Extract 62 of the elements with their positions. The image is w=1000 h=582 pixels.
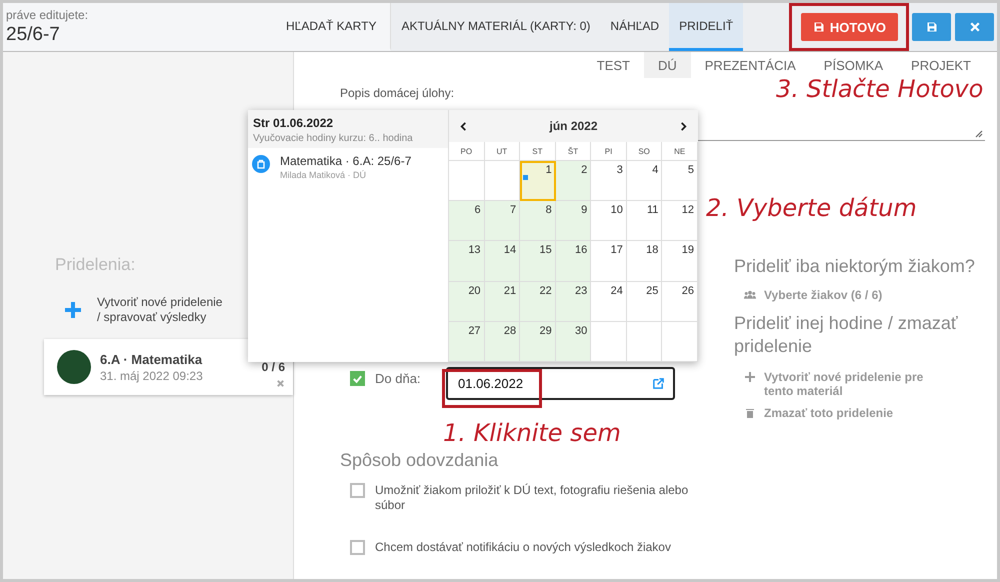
calendar-day[interactable]: 24 [591,282,627,322]
calendar-day[interactable]: 23 [556,282,592,322]
calendar-day[interactable]: 14 [484,241,520,282]
type-tab[interactable]: PROJEKT [897,52,985,78]
material-title: 25/6-7 [6,24,61,46]
calendar-day[interactable]: 28 [484,322,520,362]
date-field[interactable]: 01.06.2022 [446,367,675,400]
type-tab[interactable]: DÚ [644,52,691,78]
type-tab[interactable]: TEST [582,52,644,78]
calendar-day[interactable]: 10 [591,201,627,242]
calendar-day[interactable]: 8 [520,201,556,242]
calendar-day[interactable]: 13 [449,241,485,282]
type-tab[interactable]: PÍSOMKA [810,52,898,78]
calendar-day[interactable]: 17 [591,241,627,282]
calendar-day[interactable]: 25 [626,282,662,322]
type-tab[interactable]: PREZENTÁCIA [690,52,810,78]
calendar-day[interactable]: 9 [556,201,592,242]
calendar-day[interactable]: 27 [449,322,485,362]
due-label: Do dňa: [375,371,422,386]
calendar-day[interactable]: 29 [520,322,556,362]
calendar-day[interactable]: 20 [449,282,485,322]
section-heading: Prideliť inej hodine / zmazať pridelenie [734,312,959,358]
handwritten-note: 3. Stlačte Hotovo [776,75,984,103]
calendar-day[interactable]: 30 [556,322,592,362]
calendar-day[interactable]: 11 [626,201,662,242]
handwritten-note: 2. Vyberte dátum [706,194,917,222]
field-label: Popis domácej úlohy: [340,86,454,100]
sidebar-heading: Pridelenia: [55,255,136,275]
calendar-day[interactable]: 15 [520,241,556,282]
handwritten-note: 1. Kliknite sem [443,419,621,447]
nav-tab[interactable]: AKTUÁLNY MATERIÁL (KARTY: 0) [391,3,600,51]
option-label: Umožniť žiakom priložiť k DÚ text, fotografiu riešenia alebo súbor [375,483,690,513]
calendar-day[interactable]: 16 [556,241,592,282]
calendar-day[interactable]: 1 [520,161,556,202]
nav-tab[interactable]: NÁHĽAD [600,3,670,51]
calendar-day[interactable]: 18 [626,241,662,282]
editing-caption: práve editujete: [6,8,90,22]
done-button[interactable]: HOTOVO [800,13,898,41]
create-assignment-link[interactable]: Vytvoriť nové pridelenie / spravovať výsledky [97,295,222,325]
calendar-day[interactable]: 2 [556,161,592,202]
nav-tab[interactable]: PRIDELIŤ [669,3,744,51]
calendar-event[interactable]: Matematika · 6.A: 25/6-7 Milada Matiková · DÚ [248,148,448,186]
assignment-date: 31. máj 2022 09:23 [100,368,204,382]
calendar-day[interactable]: 22 [520,282,556,322]
day-title: Str 01.06.2022 [253,116,334,130]
calendar-day[interactable]: 6 [449,201,485,242]
calendar-day[interactable]: 21 [484,282,520,322]
month-title: jún 2022 [549,119,598,133]
calendar-day[interactable]: 12 [662,201,698,242]
day-subtitle: Vyučovacie hodiny kurzu: 6.. hodina [253,133,414,144]
calendar-day[interactable]: 3 [591,161,627,202]
section-heading: Spôsob odovzdania [340,450,500,471]
result-count: 0 / 6 [262,360,285,374]
option-label: Chcem dostávať notifikáciu o nových výsledkoch žiakov [375,540,672,555]
section-heading: Prideliť iba niektorým žiakom? [734,255,976,278]
assignment-title: 6.A · Matematika [100,352,204,366]
assignment-card[interactable]: 6.A · Matematika 31. máj 2022 09:23 0 / 6 [44,339,293,395]
calendar-day[interactable]: 4 [626,161,662,202]
calendar-day[interactable]: 19 [662,241,698,282]
calendar-day[interactable]: 5 [662,161,698,202]
calendar-day[interactable]: 7 [484,201,520,242]
calendar-day[interactable]: 26 [662,282,698,322]
